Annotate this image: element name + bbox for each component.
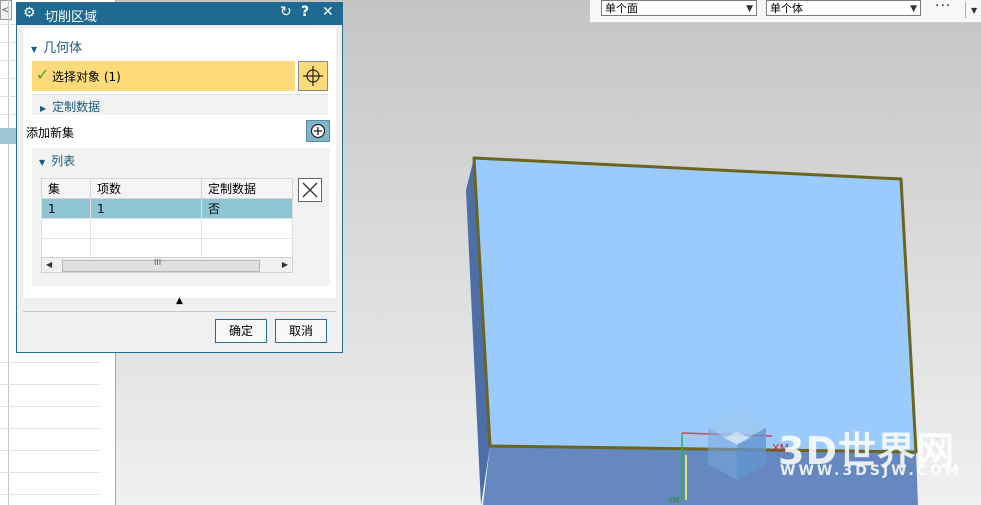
navigator-back-icon[interactable]: <: [0, 0, 12, 20]
expand-triangle-icon: ▶: [40, 104, 47, 113]
table-row-empty: [41, 238, 293, 259]
chevron-down-icon: ▼: [910, 4, 917, 14]
custom-data-label: 定制数据: [52, 100, 101, 114]
table-header-row: 集 项数 定制数据: [41, 178, 293, 199]
list-section-header[interactable]: ▼ 列表: [39, 152, 75, 172]
navigator-divider: [8, 0, 9, 505]
close-x-icon: [302, 182, 318, 198]
close-button[interactable]: ✕: [322, 4, 334, 20]
more-options-button[interactable]: ···: [935, 0, 951, 14]
custom-data-subsection[interactable]: ▶ 定制数据: [32, 94, 328, 115]
table-row-empty: [41, 218, 293, 239]
check-icon: ✓: [36, 65, 50, 84]
geometry-section-header[interactable]: ▼ 几何体: [31, 37, 82, 57]
dialog-title-bar[interactable]: ⚙ 切削区域 ↻ ? ✕: [17, 3, 342, 25]
list-section: ▼ 列表 集 项数 定制数据 1 1 否 ◀ III ▶: [32, 148, 330, 286]
remove-set-button[interactable]: [298, 178, 322, 202]
body-filter-dropdown[interactable]: 单个体 ▼: [766, 0, 921, 16]
table-horizontal-scrollbar[interactable]: ◀ III ▶: [41, 257, 293, 273]
collapse-dialog-button[interactable]: ▲: [23, 296, 336, 310]
crosshair-icon: [303, 66, 323, 86]
face-filter-value: 单个面: [605, 2, 638, 15]
face-filter-dropdown[interactable]: 单个面 ▼: [601, 0, 757, 16]
scroll-left-icon[interactable]: ◀: [46, 258, 52, 272]
crosshair-select-button[interactable]: [298, 61, 328, 91]
select-object-label: 选择对象 (1): [52, 70, 121, 84]
set-list-table[interactable]: 集 项数 定制数据 1 1 否: [41, 178, 293, 259]
scroll-thumb[interactable]: III: [62, 258, 260, 272]
ok-button[interactable]: 确定: [215, 319, 267, 343]
add-new-set-button[interactable]: [306, 120, 330, 142]
dialog-body: ▼ 几何体 ✓ 选择对象 (1) ▶ 定制数据 添加新集 ▼ 列表 集 项数 定…: [23, 28, 336, 298]
help-button[interactable]: ?: [301, 4, 309, 20]
collapse-triangle-icon: ▼: [39, 158, 46, 167]
watermark-cube-icon: [708, 412, 766, 480]
body-filter-value: 单个体: [770, 2, 803, 15]
dialog-title: 切削区域: [45, 10, 98, 25]
cell-set: 1: [41, 198, 91, 219]
watermark-url: WWW.3DSJW.COM: [780, 463, 962, 479]
add-new-set-label: 添加新集: [26, 126, 75, 140]
wcs-y-label: YM: [667, 496, 680, 505]
dialog-divider: [23, 311, 336, 312]
cancel-button[interactable]: 取消: [275, 319, 327, 343]
gear-icon[interactable]: ⚙: [23, 5, 36, 21]
list-section-label: 列表: [51, 154, 76, 168]
cell-item-count: 1: [90, 198, 202, 219]
toolbar-overflow-icon[interactable]: ▼: [971, 6, 977, 15]
scroll-right-icon[interactable]: ▶: [282, 258, 288, 272]
add-circle-icon: [310, 123, 326, 139]
column-header-item-count[interactable]: 项数: [90, 178, 202, 199]
add-new-set-row: 添加新集: [23, 120, 336, 144]
cell-custom-data: 否: [201, 198, 293, 219]
reset-icon[interactable]: ↻: [280, 4, 292, 20]
toolbar-separator: [965, 2, 966, 18]
selection-toolbar: 单个面 ▼ 单个体 ▼ ··· ▼: [590, 0, 981, 23]
watermark: 3D世界网 WWW.3DSJW.COM: [702, 408, 962, 498]
collapse-triangle-icon: ▼: [31, 45, 38, 54]
column-header-set[interactable]: 集: [41, 178, 91, 199]
chevron-down-icon: ▼: [746, 4, 753, 14]
geometry-section-label: 几何体: [43, 41, 83, 56]
table-row[interactable]: 1 1 否: [41, 198, 293, 219]
select-object-row[interactable]: ✓ 选择对象 (1): [32, 61, 295, 91]
cut-area-dialog: ⚙ 切削区域 ↻ ? ✕ ▼ 几何体 ✓ 选择对象 (1) ▶ 定制数据 添加新集: [16, 2, 343, 353]
column-header-custom-data[interactable]: 定制数据: [201, 178, 293, 199]
